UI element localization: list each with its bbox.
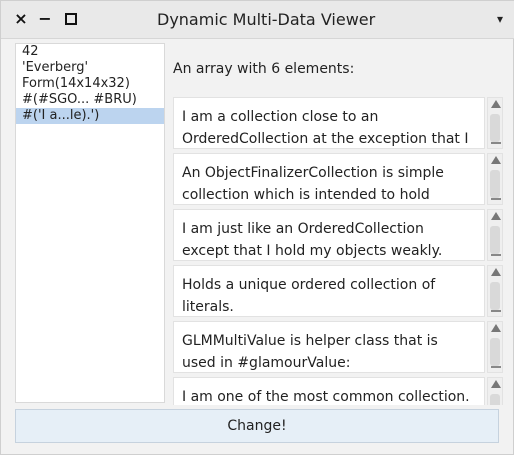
maximize-icon[interactable] [61, 9, 81, 29]
element-text[interactable]: I am just like an OrderedCollection exce… [173, 209, 485, 261]
scroll-down-icon[interactable] [491, 142, 501, 144]
scroll-thumb[interactable] [490, 226, 500, 254]
scroll-down-icon[interactable] [491, 254, 501, 256]
scroll-down-icon[interactable] [491, 310, 501, 312]
window-title: Dynamic Multi-Data Viewer [157, 10, 376, 29]
element-scrollbar[interactable] [487, 97, 503, 149]
list-item[interactable]: 42 [16, 44, 164, 60]
scroll-down-icon[interactable] [491, 366, 501, 368]
element-text[interactable]: GLMMultiValue is helper class that is us… [173, 321, 485, 373]
scroll-up-icon[interactable] [491, 100, 501, 108]
minimize-icon[interactable]: − [35, 9, 55, 29]
title-bar: × − Dynamic Multi-Data Viewer ▾ [1, 1, 514, 39]
detail-pane: An array with 6 elements: I am a collect… [167, 43, 509, 405]
app-window: × − Dynamic Multi-Data Viewer ▾ 42 'Ever… [0, 0, 514, 455]
element-scrollbar[interactable] [487, 377, 503, 405]
scroll-thumb[interactable] [490, 338, 500, 366]
scroll-up-icon[interactable] [491, 212, 501, 220]
scroll-up-icon[interactable] [491, 324, 501, 332]
list-item-selected[interactable]: #('I a...le).') [16, 108, 164, 124]
element-text[interactable]: I am one of the most common collection. … [173, 377, 485, 405]
scroll-up-icon[interactable] [491, 268, 501, 276]
element-text[interactable]: I am a collection close to an OrderedCol… [173, 97, 485, 149]
element-scrollbar[interactable] [487, 265, 503, 317]
element-item[interactable]: I am just like an OrderedCollection exce… [173, 209, 503, 261]
element-item[interactable]: I am one of the most common collection. … [173, 377, 503, 405]
element-scrollbar[interactable] [487, 209, 503, 261]
scroll-thumb[interactable] [490, 394, 500, 405]
scroll-down-icon[interactable] [491, 198, 501, 200]
element-item[interactable]: An ObjectFinalizerCollection is simple c… [173, 153, 503, 205]
scroll-thumb[interactable] [490, 282, 500, 310]
element-item[interactable]: GLMMultiValue is helper class that is us… [173, 321, 503, 373]
list-item[interactable]: Form(14x14x32) [16, 76, 164, 92]
element-item[interactable]: Holds a unique ordered collection of lit… [173, 265, 503, 317]
scroll-thumb[interactable] [490, 114, 500, 142]
element-item[interactable]: I am a collection close to an OrderedCol… [173, 97, 503, 149]
window-menu-icon[interactable]: ▾ [491, 9, 509, 29]
close-icon[interactable]: × [11, 9, 31, 29]
element-scrollbar[interactable] [487, 153, 503, 205]
list-item[interactable]: #(#SGO... #BRU) [16, 92, 164, 108]
element-text[interactable]: Holds a unique ordered collection of lit… [173, 265, 485, 317]
scroll-up-icon[interactable] [491, 156, 501, 164]
scroll-thumb[interactable] [490, 170, 500, 198]
object-list[interactable]: 42 'Everberg' Form(14x14x32) #(#SGO... #… [15, 43, 165, 403]
change-button[interactable]: Change! [15, 409, 499, 443]
array-description: An array with 6 elements: [173, 61, 355, 77]
element-list[interactable]: I am a collection close to an OrderedCol… [173, 97, 503, 405]
list-item[interactable]: 'Everberg' [16, 60, 164, 76]
scroll-up-icon[interactable] [491, 380, 501, 388]
element-scrollbar[interactable] [487, 321, 503, 373]
element-text[interactable]: An ObjectFinalizerCollection is simple c… [173, 153, 485, 205]
